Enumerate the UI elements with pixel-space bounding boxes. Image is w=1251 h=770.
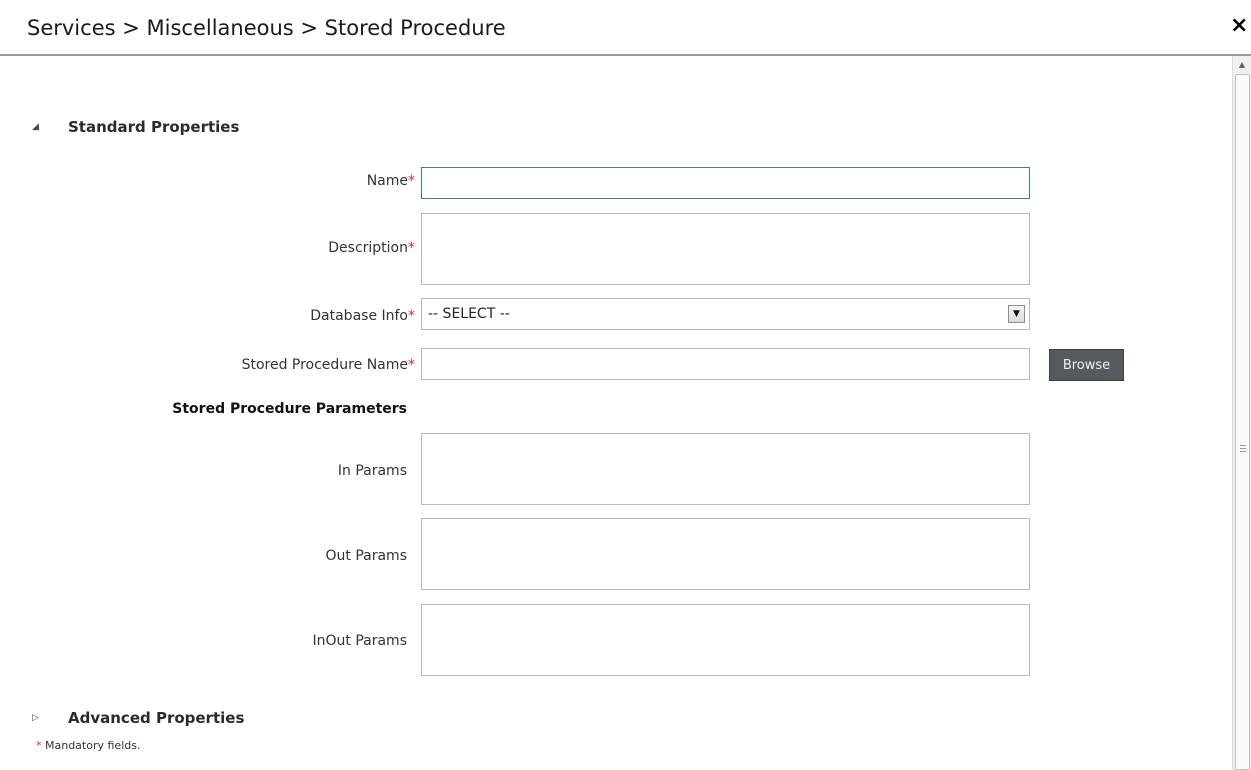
required-marker: * [408,173,415,189]
sp-name-input[interactable] [421,348,1030,380]
required-marker: * [408,240,415,256]
database-info-select[interactable]: -- SELECT -- ▼ [421,298,1030,330]
select-value: -- SELECT -- [428,306,510,322]
browse-button[interactable]: Browse [1049,349,1124,381]
breadcrumb: Services > Miscellaneous > Stored Proced… [27,16,506,40]
close-icon[interactable]: × [1230,15,1248,37]
collapse-triangle-icon: ◢ [32,122,39,132]
scroll-thumb[interactable] [1235,74,1250,770]
inout-params-input[interactable] [421,604,1030,676]
name-input[interactable] [421,167,1030,199]
section-title-advanced: Advanced Properties [68,709,245,727]
section-title-standard: Standard Properties [68,118,240,136]
description-input[interactable] [421,213,1030,285]
advanced-properties-header[interactable]: ▷ Advanced Properties [32,708,244,728]
expand-triangle-icon: ▷ [32,713,39,723]
dialog-content: ◢ Standard Properties Name* Description*… [0,58,1231,770]
required-marker: * [408,308,415,324]
params-heading: Stored Procedure Parameters [172,401,407,417]
chevron-down-icon[interactable]: ▼ [1008,305,1025,323]
vertical-scrollbar[interactable]: ▲ [1232,56,1251,770]
standard-properties-header[interactable]: ◢ Standard Properties [32,117,239,137]
sp-name-label: Stored Procedure Name* [241,357,415,373]
mandatory-note: * Mandatory fields. [36,739,141,752]
in-params-label: In Params [337,463,407,479]
grip-icon [1240,445,1246,452]
out-params-label: Out Params [325,548,408,564]
name-label: Name* [366,173,415,189]
database-info-label: Database Info* [310,308,415,324]
dialog-titlebar: Services > Miscellaneous > Stored Proced… [0,0,1251,56]
inout-params-label: InOut Params [312,633,408,649]
description-label: Description* [328,240,415,256]
scroll-up-arrow-icon[interactable]: ▲ [1233,56,1251,73]
out-params-input[interactable] [421,518,1030,590]
in-params-input[interactable] [421,433,1030,505]
required-marker: * [408,357,415,373]
